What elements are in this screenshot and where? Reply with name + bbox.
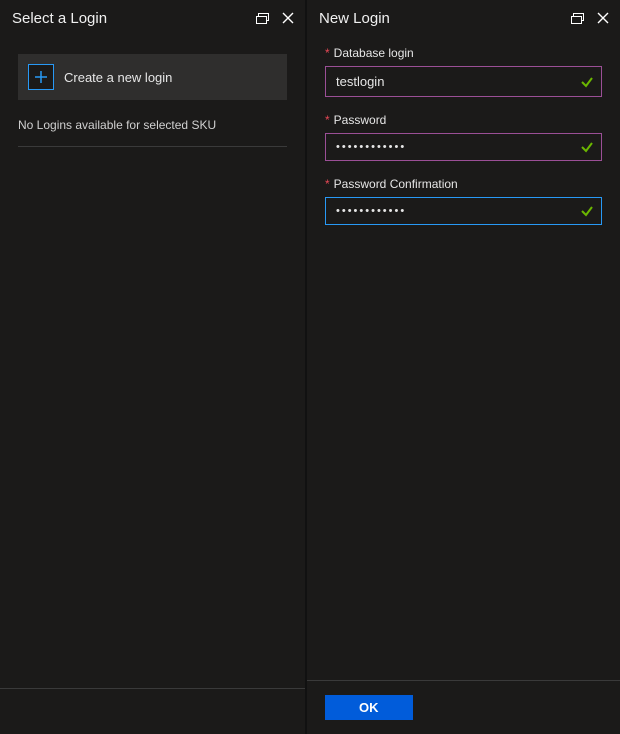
password-confirmation-label: *Password Confirmation	[325, 177, 602, 191]
check-icon	[579, 139, 595, 155]
restore-icon[interactable]	[253, 9, 271, 27]
create-new-login-button[interactable]: Create a new login	[18, 54, 287, 100]
left-titlebar: Select a Login	[0, 0, 305, 36]
required-indicator: *	[325, 177, 330, 191]
password-input[interactable]	[326, 134, 601, 160]
database-login-label: *Database login	[325, 46, 602, 60]
right-footer: OK	[307, 680, 620, 734]
left-panel-title: Select a Login	[12, 10, 253, 27]
password-confirmation-input[interactable]	[326, 198, 601, 224]
database-login-field: *Database login	[325, 46, 602, 97]
right-titlebar: New Login	[307, 0, 620, 36]
restore-icon[interactable]	[568, 9, 586, 27]
database-login-input[interactable]	[326, 67, 601, 96]
password-confirmation-input-wrap	[325, 197, 602, 225]
select-login-panel: Select a Login Create a new login No Log…	[0, 0, 307, 734]
right-panel-title: New Login	[319, 10, 568, 27]
close-icon[interactable]	[279, 9, 297, 27]
required-indicator: *	[325, 46, 330, 60]
password-confirmation-field: *Password Confirmation	[325, 177, 602, 225]
database-login-input-wrap	[325, 66, 602, 97]
new-login-panel: New Login *Database login	[307, 0, 620, 734]
password-label: *Password	[325, 113, 602, 127]
plus-icon	[28, 64, 54, 90]
check-icon	[579, 74, 595, 90]
no-logins-message: No Logins available for selected SKU	[18, 112, 287, 147]
left-footer	[0, 688, 305, 734]
check-icon	[579, 203, 595, 219]
create-new-login-label: Create a new login	[64, 70, 172, 85]
ok-button[interactable]: OK	[325, 695, 413, 720]
close-icon[interactable]	[594, 9, 612, 27]
password-input-wrap	[325, 133, 602, 161]
required-indicator: *	[325, 113, 330, 127]
password-field: *Password	[325, 113, 602, 161]
